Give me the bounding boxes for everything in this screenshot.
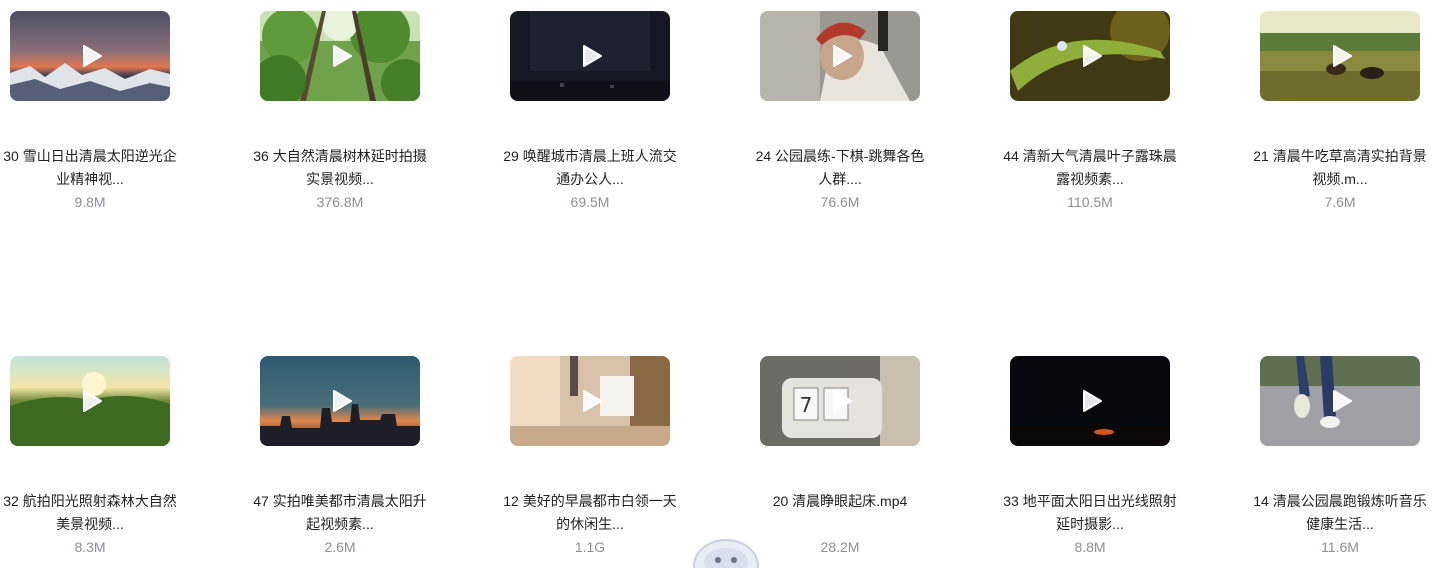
play-icon (83, 45, 102, 67)
video-grid: 30 雪山日出清晨太阳逆光企业精神视... 9.8M 36 大自然清晨树林延时拍… (0, 0, 1438, 568)
video-size: 9.8M (74, 194, 106, 210)
video-card[interactable]: 32 航拍阳光照射森林大自然美景视频... 8.3M (0, 356, 180, 557)
video-title[interactable]: 32 航拍阳光照射森林大自然美景视频... (0, 490, 180, 536)
play-icon (1333, 390, 1352, 412)
video-thumbnail[interactable] (760, 11, 920, 101)
video-card[interactable]: 24 公园晨练-下棋-跳舞各色人群.... 76.6M (750, 11, 930, 212)
play-icon (1333, 45, 1352, 67)
video-thumbnail[interactable] (1010, 11, 1170, 101)
video-thumbnail[interactable] (510, 356, 670, 446)
video-size: 1.1G (574, 539, 606, 555)
video-thumbnail[interactable]: 7 (760, 356, 920, 446)
video-size: 76.6M (820, 194, 860, 210)
play-icon (333, 390, 352, 412)
video-title[interactable]: 20 清晨睁眼起床.mp4 (750, 490, 930, 536)
play-icon (583, 45, 602, 67)
video-card[interactable]: 30 雪山日出清晨太阳逆光企业精神视... 9.8M (0, 11, 180, 212)
video-title[interactable]: 14 清晨公园晨跑锻炼听音乐健康生活... (1250, 490, 1430, 536)
video-size: 110.5M (1067, 194, 1113, 210)
play-icon (1083, 45, 1102, 67)
video-thumbnail[interactable] (10, 356, 170, 446)
svg-text:7: 7 (800, 393, 813, 417)
mascot-icon[interactable] (690, 536, 762, 568)
video-card[interactable]: 21 清晨牛吃草高清实拍背景视频.m... 7.6M (1250, 11, 1430, 212)
video-card[interactable]: 36 大自然清晨树林延时拍摄实景视频... 376.8M (250, 11, 430, 212)
video-title[interactable]: 12 美好的早晨都市白领一天的休闲生... (500, 490, 680, 536)
video-card[interactable]: 12 美好的早晨都市白领一天的休闲生... 1.1G (500, 356, 680, 557)
video-title[interactable]: 21 清晨牛吃草高清实拍背景视频.m... (1250, 145, 1430, 191)
video-thumbnail[interactable] (1260, 11, 1420, 101)
video-card[interactable]: 29 唤醒城市清晨上班人流交通办公人... 69.5M (500, 11, 680, 212)
video-title[interactable]: 24 公园晨练-下棋-跳舞各色人群.... (750, 145, 930, 191)
play-icon (833, 45, 852, 67)
video-title[interactable]: 36 大自然清晨树林延时拍摄实景视频... (250, 145, 430, 191)
play-icon (833, 390, 852, 412)
play-icon (583, 390, 602, 412)
video-size: 2.6M (324, 539, 356, 555)
video-thumbnail[interactable] (1260, 356, 1420, 446)
play-icon (83, 390, 102, 412)
video-size: 28.2M (820, 539, 860, 555)
video-title[interactable]: 33 地平面太阳日出光线照射延时摄影... (1000, 490, 1180, 536)
video-thumbnail[interactable] (260, 11, 420, 101)
video-thumbnail[interactable] (260, 356, 420, 446)
video-thumbnail[interactable] (1010, 356, 1170, 446)
play-icon (333, 45, 352, 67)
video-thumbnail[interactable] (10, 11, 170, 101)
video-size: 8.3M (74, 539, 106, 555)
video-thumbnail[interactable] (510, 11, 670, 101)
video-title[interactable]: 29 唤醒城市清晨上班人流交通办公人... (500, 145, 680, 191)
video-size: 69.5M (570, 194, 610, 210)
video-card[interactable]: 14 清晨公园晨跑锻炼听音乐健康生活... 11.6M (1250, 356, 1430, 557)
video-title[interactable]: 44 清新大气清晨叶子露珠晨露视频素... (1000, 145, 1180, 191)
video-card[interactable]: 47 实拍唯美都市清晨太阳升起视频素... 2.6M (250, 356, 430, 557)
video-title[interactable]: 30 雪山日出清晨太阳逆光企业精神视... (0, 145, 180, 191)
video-card[interactable]: 44 清新大气清晨叶子露珠晨露视频素... 110.5M (1000, 11, 1180, 212)
video-card[interactable]: 7 20 清晨睁眼起床.mp4 28.2M (750, 356, 930, 557)
video-size: 8.8M (1074, 539, 1106, 555)
video-title[interactable]: 47 实拍唯美都市清晨太阳升起视频素... (250, 490, 430, 536)
video-size: 7.6M (1324, 194, 1356, 210)
play-icon (1083, 390, 1102, 412)
video-card[interactable]: 33 地平面太阳日出光线照射延时摄影... 8.8M (1000, 356, 1180, 557)
video-size: 11.6M (1321, 539, 1359, 555)
video-size: 376.8M (316, 194, 364, 210)
